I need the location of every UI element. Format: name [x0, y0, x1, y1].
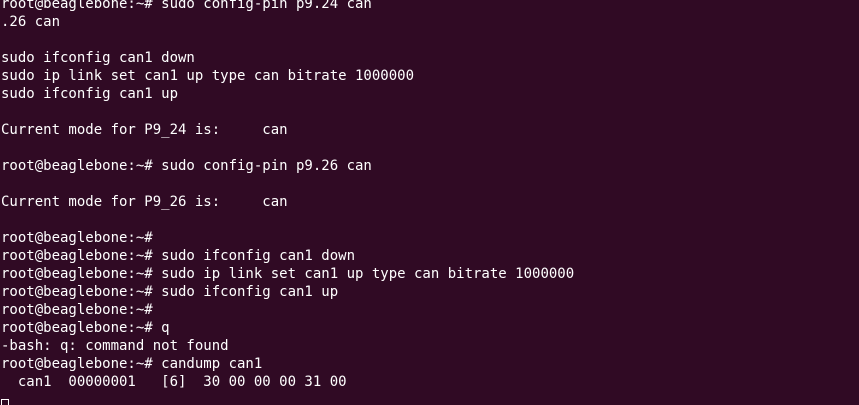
terminal-line: sudo ifconfig can1 up	[1, 86, 179, 102]
terminal-line: Current mode for P9_26 is: can	[1, 194, 288, 210]
terminal-line: sudo ifconfig can1 down	[1, 50, 195, 66]
terminal-line: Current mode for P9_24 is: can	[1, 122, 288, 138]
terminal-line: root@beaglebone:~# candump can1	[1, 356, 263, 372]
terminal-line: root@beaglebone:~#	[1, 230, 153, 246]
terminal-line: -bash: q: command not found	[1, 338, 229, 354]
terminal-line: root@beaglebone:~# q	[1, 320, 170, 336]
terminal-line: can1 00000001 [6] 30 00 00 00 31 00	[1, 374, 347, 390]
terminal-cursor	[1, 399, 9, 405]
terminal-line: .26 can	[1, 14, 61, 30]
terminal-line: root@beaglebone:~# sudo ip link set can1…	[1, 266, 575, 282]
terminal-output: root@beaglebone:~# sudo config-pin p9.24…	[1, 0, 574, 391]
terminal-line: root@beaglebone:~#	[1, 302, 153, 318]
terminal-line: root@beaglebone:~# sudo config-pin p9.26…	[1, 158, 372, 174]
terminal-line: root@beaglebone:~# sudo ifconfig can1 do…	[1, 248, 356, 264]
terminal-line: root@beaglebone:~# sudo ifconfig can1 up	[1, 284, 339, 300]
terminal-line: root@beaglebone:~# sudo config-pin p9.24…	[1, 0, 372, 12]
terminal-window[interactable]: root@beaglebone:~# sudo config-pin p9.24…	[0, 0, 859, 405]
terminal-line: sudo ip link set can1 up type can bitrat…	[1, 68, 415, 84]
